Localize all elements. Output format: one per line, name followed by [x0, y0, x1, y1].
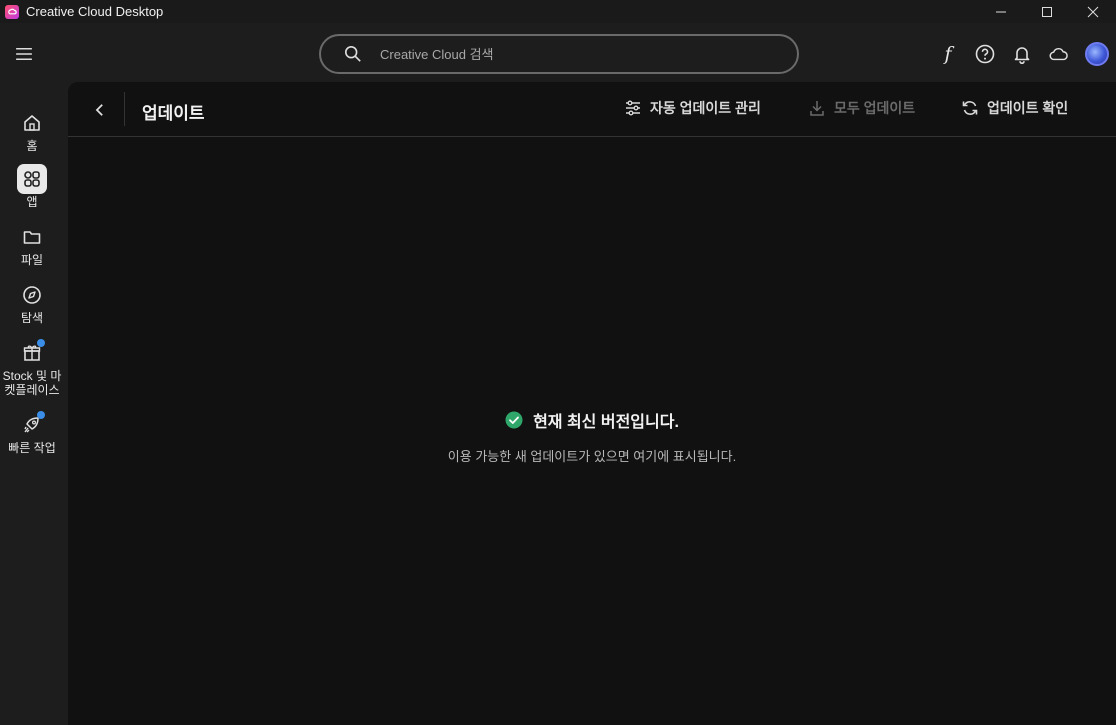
status-subtitle: 이용 가능한 새 업데이트가 있으면 여기에 표시됩니다. [447, 449, 737, 464]
home-icon [17, 108, 47, 138]
refresh-icon [962, 101, 978, 115]
search-bar[interactable] [319, 34, 799, 74]
search-icon [344, 45, 361, 62]
sidebar-item-label: 홈 [26, 139, 38, 153]
sidebar-item-label: 빠른 작업 [8, 441, 56, 455]
check-updates-label: 업데이트 확인 [987, 100, 1069, 116]
search-input[interactable] [380, 46, 760, 62]
creative-cloud-logo-icon [5, 4, 19, 19]
bell-icon[interactable] [1010, 42, 1034, 66]
auto-update-label: 자동 업데이트 관리 [650, 100, 761, 116]
maximize-icon [1042, 6, 1052, 17]
sidebar-item-apps[interactable]: 앱 [0, 164, 64, 209]
sidebar-item-quick-actions[interactable]: 빠른 작업 [0, 410, 64, 455]
folder-icon [17, 222, 47, 252]
compass-icon [17, 280, 47, 310]
window-title: Creative Cloud Desktop [26, 4, 164, 19]
panel-header: 업데이트 자동 업데이트 관리 모두 업데이트 업데이트 확인 [68, 82, 1116, 137]
status-title: 현재 최신 버전입니다. [533, 414, 679, 431]
maximize-button[interactable] [1024, 0, 1070, 23]
menu-button[interactable] [14, 45, 34, 63]
sidebar-item-label: 앱 [26, 195, 38, 209]
divider [124, 92, 125, 126]
sidebar-item-label: Stock 및 마켓플레이스 [2, 369, 62, 397]
close-button[interactable] [1070, 0, 1116, 23]
store-icon [17, 338, 47, 368]
check-circle-icon [505, 411, 523, 429]
notification-badge [37, 339, 45, 347]
cloud-icon[interactable] [1047, 42, 1071, 66]
sidebar-item-label: 파일 [20, 253, 44, 267]
page-title: 업데이트 [142, 104, 205, 123]
sliders-icon [626, 100, 640, 116]
sidebar-item-home[interactable]: 홈 [0, 108, 64, 153]
rocket-icon [17, 410, 47, 440]
check-updates-button[interactable]: 업데이트 확인 [961, 98, 1068, 118]
update-all-label: 모두 업데이트 [834, 100, 916, 116]
status-message: 현재 최신 버전입니다. 이용 가능한 새 업데이트가 있으면 여기에 표시됩니… [68, 408, 1116, 465]
fonts-icon[interactable]: f [936, 42, 960, 66]
auto-update-button[interactable]: 자동 업데이트 관리 [624, 98, 761, 118]
title-bar: Creative Cloud Desktop [0, 0, 1116, 23]
update-all-button[interactable]: 모두 업데이트 [808, 98, 915, 118]
main-panel: 업데이트 자동 업데이트 관리 모두 업데이트 업데이트 확인 현재 최신 버전… [68, 82, 1116, 725]
sidebar-item-stock[interactable]: Stock 및 마켓플레이스 [0, 338, 64, 397]
chevron-left-icon [95, 104, 103, 116]
minimize-icon [996, 11, 1006, 12]
close-icon [1087, 6, 1099, 17]
minimize-button[interactable] [978, 0, 1024, 23]
notification-badge [37, 411, 45, 419]
hamburger-icon [16, 47, 32, 61]
download-icon [810, 101, 824, 116]
sidebar-item-files[interactable]: 파일 [0, 222, 64, 267]
sidebar-item-label: 탐색 [20, 311, 44, 325]
avatar[interactable] [1085, 42, 1109, 66]
sidebar-item-discover[interactable]: 탐색 [0, 280, 64, 325]
apps-icon [17, 164, 47, 194]
back-button[interactable] [88, 98, 112, 122]
help-icon[interactable] [973, 42, 997, 66]
